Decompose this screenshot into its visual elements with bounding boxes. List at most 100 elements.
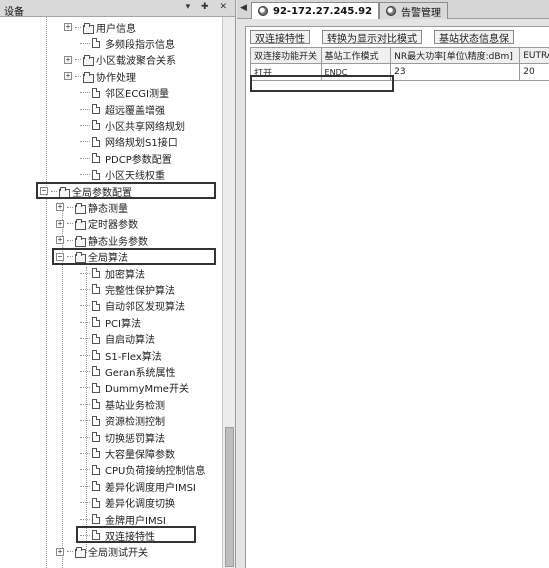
dual-connectivity-button[interactable]: 双连接特性 [250,30,310,45]
content-pane: ◀ 92-172.27.245.92 告警管理 双连接特性 转换为显示对比模式 … [237,0,549,568]
tree-connector [80,141,90,143]
tree-item[interactable]: 大容量保障参数 [80,445,175,461]
tree-item[interactable]: DummyMme开关 [80,380,189,396]
tree-item[interactable]: + 定时器参数 [56,216,138,232]
tab-alarm-management[interactable]: 告警管理 [379,2,448,19]
tree-item-label: 用户信息 [96,23,136,35]
expand-icon[interactable]: + [56,219,64,228]
tree-item[interactable]: 小区共享网络规划 [80,117,185,133]
tree-item[interactable]: 资源检测控制 [80,413,165,429]
tree-connector [67,551,73,553]
tree-item-label: 切换惩罚算法 [105,433,165,445]
tree-item-label: 金牌用户IMSI [105,515,166,527]
tree-connector [80,436,90,438]
tree-item[interactable]: PDCP参数配置 [80,150,172,166]
tree-item-label: 网络规划S1接口 [105,138,178,150]
tree-item-label: 双连接特性 [105,531,155,543]
tree-item-label: PDCP参数配置 [105,154,172,166]
tree-item-label: Geran系统属性 [105,367,176,379]
folder-icon [59,186,70,198]
tree-item[interactable]: + 小区载波聚合关系 [64,52,176,68]
tree-item-label: 全局参数配置 [72,187,132,199]
tree-connector [80,354,90,356]
tree-item[interactable]: + 用户信息 [64,19,136,35]
folder-icon [83,22,94,34]
tree-item[interactable]: 网络规划S1接口 [80,134,178,150]
tree-item[interactable]: PCI算法 [80,314,141,330]
tree-connector [80,452,90,454]
tree-item[interactable]: 小区天线权重 [80,167,165,183]
tree-connector [80,338,90,340]
tree-item[interactable]: 基站业务检测 [80,396,165,412]
tree-item[interactable]: + 全局测试开关 [56,544,148,560]
tree-item[interactable]: 超远覆盖增强 [80,101,165,117]
tree-item[interactable]: + 协作处理 [64,68,136,84]
tree-item[interactable]: S1-Flex算法 [80,347,162,363]
document-icon [92,317,100,328]
column-header[interactable]: EUTRA [520,47,549,64]
tree-connector [80,387,90,389]
scrollbar-thumb[interactable] [225,427,234,567]
tree-item[interactable]: 自动邻区发现算法 [80,298,185,314]
column-header[interactable]: 双连接功能开关 [250,47,322,64]
alarm-icon [386,6,396,16]
expand-icon[interactable]: + [56,203,64,212]
column-header[interactable]: NR最大功率[单位\精度:dBm] [391,47,521,64]
pane-controls[interactable]: ▾ ✚ ✕ [186,2,231,12]
table-cell[interactable]: 23 [391,64,521,81]
tab-device[interactable]: 92-172.27.245.92 [251,2,380,19]
tree-item-label: 小区共享网络规划 [105,121,185,133]
tree-connector [51,190,57,192]
station-status-button[interactable]: 基站状态信息保 [434,30,514,45]
tree-scrollbar[interactable] [222,17,235,568]
tree-item-label: 多频段指示信息 [105,39,175,51]
tree-item[interactable]: 切换惩罚算法 [80,429,165,445]
tree-connector [80,469,90,471]
folder-icon [83,71,94,83]
tree-item[interactable]: 加密算法 [80,265,145,281]
tree-item-label: DummyMme开关 [105,384,189,396]
document-icon [92,366,100,377]
expand-icon[interactable]: + [56,236,64,245]
collapse-icon[interactable]: − [56,252,64,261]
tree-item[interactable]: − 全局参数配置 [40,183,132,199]
tree-item[interactable]: 双连接特性 [80,527,155,543]
expand-icon[interactable]: + [64,23,72,31]
tree-item-label: S1-Flex算法 [105,351,162,363]
tree-item[interactable]: 差异化调度切换 [80,495,175,511]
tree-item[interactable]: + 静态业务参数 [56,232,148,248]
tree-item[interactable]: Geran系统属性 [80,363,175,379]
tree-item[interactable]: − 全局算法 [56,249,128,265]
folder-icon [83,55,94,67]
expand-icon[interactable]: + [64,72,72,81]
tree-connector [67,206,73,208]
document-icon [92,382,100,393]
tree-connector [75,26,81,28]
tree-connector [80,502,90,504]
table-cell[interactable]: 20 [520,64,549,81]
tree-item[interactable]: 差异化调度用户IMSI [80,478,196,494]
folder-icon [75,202,86,214]
collapse-icon[interactable]: − [40,187,48,195]
tree-item[interactable]: 邻区ECGI测量 [80,85,169,101]
compare-mode-button[interactable]: 转换为显示对比模式 [322,30,422,45]
tree-connector [80,305,90,307]
tree-item[interactable]: + 静态测量 [56,199,128,215]
tab-scroll-left-icon[interactable]: ◀ [240,3,247,13]
config-panel: 双连接特性 转换为显示对比模式 基站状态信息保 双连接功能开关 基站工作模式 N… [245,26,549,568]
tree-item-label: 全局测试开关 [88,548,148,560]
document-icon [92,497,100,508]
tree-connector [67,239,73,241]
tree-connector [80,534,90,536]
tree-item[interactable]: 自启动算法 [80,331,155,347]
expand-icon[interactable]: + [64,55,72,64]
document-icon [92,415,100,426]
tree-item-label: CPU负荷接纳控制信息 [105,466,206,478]
tree-item[interactable]: 完整性保护算法 [80,281,175,297]
column-header[interactable]: 基站工作模式 [321,47,392,64]
expand-icon[interactable]: + [56,547,64,556]
tree-item[interactable]: CPU负荷接纳控制信息 [80,462,205,478]
folder-icon [75,252,86,264]
tree-item[interactable]: 金牌用户IMSI [80,511,166,527]
tree-item[interactable]: 多频段指示信息 [80,35,175,51]
